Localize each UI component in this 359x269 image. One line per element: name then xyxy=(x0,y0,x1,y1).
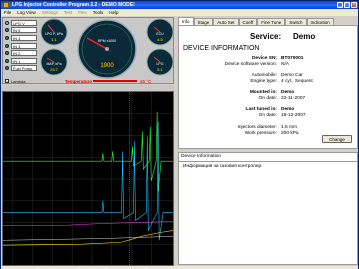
input-led-icon xyxy=(5,43,9,48)
menu-tools[interactable]: Tools xyxy=(93,9,104,16)
lpg-value: 5.1 xyxy=(157,67,163,72)
minimize-button[interactable]: _ xyxy=(337,2,343,8)
description-title: Device Information xyxy=(181,154,221,159)
input-in2: IN 2 xyxy=(11,50,37,57)
check-icon: ✓ xyxy=(5,79,10,84)
info-row: Device software version: N/A xyxy=(224,62,289,67)
lpg-pressure-value: 1.1 xyxy=(51,37,57,42)
lpg-pressure-label: LPG P, kPa xyxy=(45,32,63,36)
menu-file[interactable]: File xyxy=(4,9,11,16)
close-button[interactable]: × xyxy=(351,2,357,8)
input-led-icon xyxy=(5,66,9,71)
description-text: Информация за газовия контролер. xyxy=(183,164,263,169)
live-graph[interactable] xyxy=(2,91,174,266)
temperature-value: 65 °C xyxy=(140,78,152,84)
tab-switch[interactable]: Switch xyxy=(285,18,307,25)
tab-strip: Info Stage Auto Set Coeff Fine Tune Swit… xyxy=(178,17,358,25)
tab-info[interactable]: Info xyxy=(178,17,194,25)
lambda-label: Lambda xyxy=(11,78,26,84)
info-panel: Service: Demo DEVICE INFORMATION Device … xyxy=(178,25,358,149)
service-value: Demo xyxy=(293,32,316,41)
input-led-icon xyxy=(5,20,9,25)
input-led-icon xyxy=(5,28,9,33)
menu-flex[interactable]: Flex xyxy=(78,9,87,16)
temperature-label: Temperature xyxy=(65,78,92,84)
app-window: LPG Injector Controller Program 2.2 - DE… xyxy=(0,0,359,269)
input-indicators: LPG V IN 5 IN 4 IN 3 IN 2 IN 1 Fuel Pump xyxy=(5,19,39,72)
window-title: LPG Injector Controller Program 2.2 - DE… xyxy=(12,2,135,8)
tab-indication[interactable]: Indication xyxy=(306,18,334,25)
divider xyxy=(179,161,357,162)
info-row: Engine type: 4 cyl., Sequent xyxy=(250,79,313,84)
lpg-gauge: LPG 5.1 xyxy=(146,48,174,76)
maximize-button[interactable]: □ xyxy=(344,2,350,8)
rpm-value: 1900 xyxy=(100,63,114,69)
input-led-icon xyxy=(5,51,9,56)
gauge-panel: LPG V IN 5 IN 4 IN 3 IN 2 IN 1 Fuel Pump… xyxy=(2,17,174,84)
app-icon xyxy=(3,2,9,8)
rpm-label: RPM x1000 xyxy=(98,39,116,43)
title-bar[interactable]: LPG Injector Controller Program 2.2 - DE… xyxy=(1,1,358,9)
tab-fine-tune[interactable]: Fine Tune xyxy=(257,18,286,25)
lambda-checkbox[interactable]: ✓ Lambda xyxy=(5,78,25,85)
menu-settings[interactable]: Settings xyxy=(42,9,58,16)
menu-help[interactable]: Help xyxy=(109,9,118,16)
map-gauge: MAP, kPa 25.7 xyxy=(40,48,68,76)
input-in5: IN 5 xyxy=(11,27,37,34)
service-key: Service: xyxy=(250,32,282,41)
map-label: MAP, kPa xyxy=(46,62,61,66)
ecu-value: 4.5 xyxy=(157,37,163,42)
menu-test[interactable]: Test xyxy=(64,9,72,16)
rpm-gauge: RPM x1000 1900 xyxy=(77,19,137,79)
ecu-label: ECU xyxy=(156,32,164,36)
gauge-cluster: LPG P, kPa 1.1 MAP, kPa 25.7 RPM x1000 1… xyxy=(40,18,174,79)
menu-log-view[interactable]: Log View xyxy=(17,9,35,16)
tab-auto-set[interactable]: Auto Set xyxy=(213,18,239,25)
input-in1: IN 1 xyxy=(11,57,37,64)
input-led-icon xyxy=(5,35,9,40)
lpg-pressure-gauge: LPG P, kPa 1.1 xyxy=(40,18,68,46)
input-fuel-pump: Fuel Pump xyxy=(11,65,37,72)
map-value: 25.7 xyxy=(50,67,59,72)
lpg-label: LPG xyxy=(156,62,163,66)
temperature-bar xyxy=(93,80,137,82)
temperature-row: ✓ Lambda Temperature 65 °C xyxy=(5,78,173,84)
input-in3: IN 3 xyxy=(11,42,37,49)
menu-bar: File Log View Settings Test Flex Tools H… xyxy=(1,9,358,16)
input-led-icon xyxy=(5,58,9,63)
info-row: On date: 19-12-2007 xyxy=(258,113,306,118)
info-row: On date: 22-11-2007 xyxy=(258,96,306,101)
device-info-heading: DEVICE INFORMATION xyxy=(183,45,260,52)
input-in4: IN 4 xyxy=(11,34,37,41)
change-button[interactable]: Change xyxy=(322,135,352,143)
tab-stage[interactable]: Stage xyxy=(193,18,214,25)
tab-coeff[interactable]: Coeff xyxy=(238,18,258,25)
description-panel: Device Information Информация за газовия… xyxy=(178,152,358,265)
ecu-gauge: ECU 4.5 xyxy=(146,18,174,46)
input-lpg-v: LPG V xyxy=(11,19,37,26)
